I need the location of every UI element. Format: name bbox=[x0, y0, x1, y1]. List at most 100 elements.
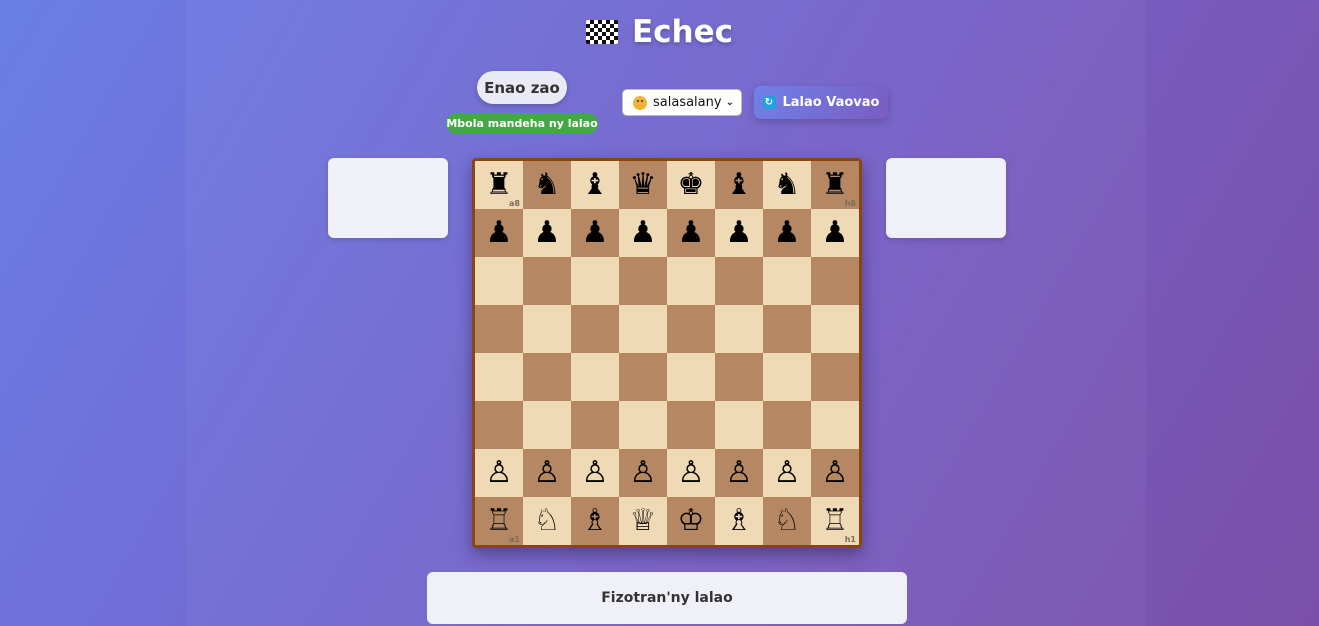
chess-piece[interactable]: ♟ bbox=[774, 218, 801, 248]
square-c6[interactable] bbox=[571, 257, 619, 305]
chess-board[interactable]: ♜ a8 ♞ ♝ ♛ ♚ ♝ ♞ ♜ h8 ♟ ♟ ♟ ♟ ♟ ♟ ♟ ♟ ♙ ♙ ♙ ♙ ♙ ♙ ♙ ♙ ♖ a1 ♘ ♗ ♕ ♔ ♗ ♘ ♖ h1 bbox=[472, 158, 862, 548]
square-e2[interactable]: ♙ bbox=[667, 449, 715, 497]
square-h2[interactable]: ♙ bbox=[811, 449, 859, 497]
square-b7[interactable]: ♟ bbox=[523, 209, 571, 257]
chess-piece[interactable]: ♟ bbox=[822, 218, 849, 248]
square-b3[interactable] bbox=[523, 401, 571, 449]
chess-piece[interactable]: ♙ bbox=[726, 458, 753, 488]
square-g2[interactable]: ♙ bbox=[763, 449, 811, 497]
square-h7[interactable]: ♟ bbox=[811, 209, 859, 257]
chess-piece[interactable]: ♙ bbox=[678, 458, 705, 488]
square-d1[interactable]: ♕ bbox=[619, 497, 667, 545]
chess-piece[interactable]: ♜ bbox=[822, 170, 849, 200]
square-e3[interactable] bbox=[667, 401, 715, 449]
square-f3[interactable] bbox=[715, 401, 763, 449]
square-g8[interactable]: ♞ bbox=[763, 161, 811, 209]
square-c8[interactable]: ♝ bbox=[571, 161, 619, 209]
square-c1[interactable]: ♗ bbox=[571, 497, 619, 545]
square-f4[interactable] bbox=[715, 353, 763, 401]
chess-piece[interactable]: ♖ bbox=[822, 506, 849, 536]
square-a6[interactable] bbox=[475, 257, 523, 305]
square-g6[interactable] bbox=[763, 257, 811, 305]
chess-piece[interactable]: ♙ bbox=[774, 458, 801, 488]
square-e5[interactable] bbox=[667, 305, 715, 353]
chess-piece[interactable]: ♝ bbox=[726, 170, 753, 200]
square-g7[interactable]: ♟ bbox=[763, 209, 811, 257]
chevron-down-icon: ⌄ bbox=[725, 97, 734, 108]
square-c2[interactable]: ♙ bbox=[571, 449, 619, 497]
square-g5[interactable] bbox=[763, 305, 811, 353]
square-h3[interactable] bbox=[811, 401, 859, 449]
square-h5[interactable] bbox=[811, 305, 859, 353]
chess-piece[interactable]: ♙ bbox=[534, 458, 561, 488]
square-a5[interactable] bbox=[475, 305, 523, 353]
square-b1[interactable]: ♘ bbox=[523, 497, 571, 545]
square-g1[interactable]: ♘ bbox=[763, 497, 811, 545]
square-d7[interactable]: ♟ bbox=[619, 209, 667, 257]
square-f1[interactable]: ♗ bbox=[715, 497, 763, 545]
chess-piece[interactable]: ♜ bbox=[486, 170, 513, 200]
square-d6[interactable] bbox=[619, 257, 667, 305]
chess-piece[interactable]: ♟ bbox=[678, 218, 705, 248]
chess-piece[interactable]: ♝ bbox=[582, 170, 609, 200]
square-e7[interactable]: ♟ bbox=[667, 209, 715, 257]
square-b2[interactable]: ♙ bbox=[523, 449, 571, 497]
chess-piece[interactable]: ♔ bbox=[678, 506, 705, 536]
square-a3[interactable] bbox=[475, 401, 523, 449]
square-f7[interactable]: ♟ bbox=[715, 209, 763, 257]
chess-piece[interactable]: ♟ bbox=[726, 218, 753, 248]
chess-piece[interactable]: ♟ bbox=[486, 218, 513, 248]
chess-piece[interactable]: ♗ bbox=[582, 506, 609, 536]
square-h1[interactable]: ♖ h1 bbox=[811, 497, 859, 545]
chess-piece[interactable]: ♛ bbox=[630, 170, 657, 200]
square-f5[interactable] bbox=[715, 305, 763, 353]
square-a8[interactable]: ♜ a8 bbox=[475, 161, 523, 209]
chess-piece[interactable]: ♙ bbox=[486, 458, 513, 488]
chess-piece[interactable]: ♚ bbox=[678, 170, 705, 200]
square-g4[interactable] bbox=[763, 353, 811, 401]
square-e6[interactable] bbox=[667, 257, 715, 305]
square-e8[interactable]: ♚ bbox=[667, 161, 715, 209]
chess-piece[interactable]: ♗ bbox=[726, 506, 753, 536]
square-d5[interactable] bbox=[619, 305, 667, 353]
square-h4[interactable] bbox=[811, 353, 859, 401]
square-b4[interactable] bbox=[523, 353, 571, 401]
chess-piece[interactable]: ♘ bbox=[534, 506, 561, 536]
square-f2[interactable]: ♙ bbox=[715, 449, 763, 497]
square-c3[interactable] bbox=[571, 401, 619, 449]
square-c7[interactable]: ♟ bbox=[571, 209, 619, 257]
square-d4[interactable] bbox=[619, 353, 667, 401]
square-f6[interactable] bbox=[715, 257, 763, 305]
square-b8[interactable]: ♞ bbox=[523, 161, 571, 209]
chess-piece[interactable]: ♙ bbox=[582, 458, 609, 488]
square-g3[interactable] bbox=[763, 401, 811, 449]
square-e1[interactable]: ♔ bbox=[667, 497, 715, 545]
square-d8[interactable]: ♛ bbox=[619, 161, 667, 209]
square-e4[interactable] bbox=[667, 353, 715, 401]
difficulty-select[interactable]: salasalany ⌄ bbox=[622, 89, 742, 116]
square-h8[interactable]: ♜ h8 bbox=[811, 161, 859, 209]
square-a7[interactable]: ♟ bbox=[475, 209, 523, 257]
square-d2[interactable]: ♙ bbox=[619, 449, 667, 497]
chess-piece[interactable]: ♞ bbox=[774, 170, 801, 200]
square-f8[interactable]: ♝ bbox=[715, 161, 763, 209]
square-b5[interactable] bbox=[523, 305, 571, 353]
square-d3[interactable] bbox=[619, 401, 667, 449]
new-game-button[interactable]: ↻ Lalao Vaovao bbox=[754, 86, 888, 119]
chess-piece[interactable]: ♟ bbox=[582, 218, 609, 248]
chess-piece[interactable]: ♖ bbox=[486, 506, 513, 536]
chess-piece[interactable]: ♕ bbox=[630, 506, 657, 536]
chess-piece[interactable]: ♞ bbox=[534, 170, 561, 200]
square-c4[interactable] bbox=[571, 353, 619, 401]
square-c5[interactable] bbox=[571, 305, 619, 353]
chess-piece[interactable]: ♟ bbox=[630, 218, 657, 248]
chess-piece[interactable]: ♙ bbox=[822, 458, 849, 488]
square-h6[interactable] bbox=[811, 257, 859, 305]
chess-piece[interactable]: ♘ bbox=[774, 506, 801, 536]
square-b6[interactable] bbox=[523, 257, 571, 305]
square-a2[interactable]: ♙ bbox=[475, 449, 523, 497]
square-a1[interactable]: ♖ a1 bbox=[475, 497, 523, 545]
square-a4[interactable] bbox=[475, 353, 523, 401]
chess-piece[interactable]: ♟ bbox=[534, 218, 561, 248]
chess-piece[interactable]: ♙ bbox=[630, 458, 657, 488]
